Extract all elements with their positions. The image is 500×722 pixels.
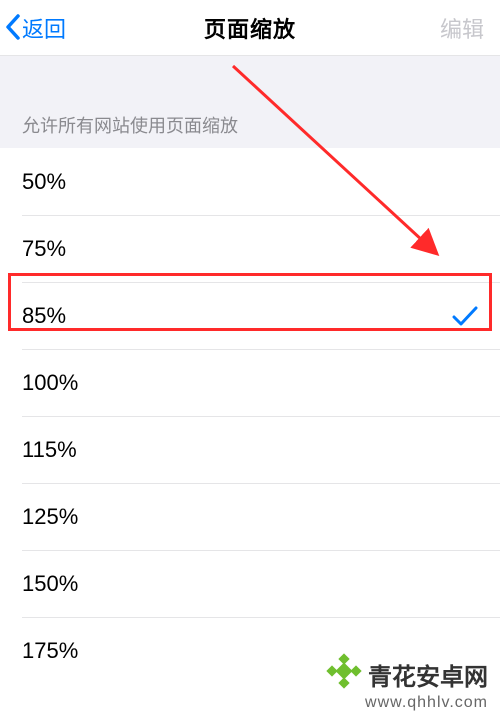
zoom-option-label: 75%	[22, 236, 66, 262]
watermark-url: www.qhhlv.com	[365, 694, 488, 712]
zoom-option-label: 175%	[22, 638, 78, 664]
page-zoom-settings: 返回 页面缩放 编辑 允许所有网站使用页面缩放 50% 75% 85% 100%…	[0, 0, 500, 722]
checkmark-icon	[452, 305, 478, 327]
page-title: 页面缩放	[204, 12, 296, 44]
zoom-option-125[interactable]: 125%	[0, 483, 500, 550]
zoom-option-175[interactable]: 175%	[0, 617, 500, 684]
back-button[interactable]: 返回	[4, 0, 66, 56]
zoom-option-50[interactable]: 50%	[0, 148, 500, 215]
zoom-option-75[interactable]: 75%	[0, 215, 500, 282]
zoom-option-label: 100%	[22, 370, 78, 396]
edit-button[interactable]: 编辑	[440, 0, 484, 56]
section-spacer	[0, 56, 500, 112]
zoom-option-label: 115%	[22, 437, 77, 463]
zoom-option-label: 125%	[22, 504, 78, 530]
back-label: 返回	[22, 12, 66, 44]
zoom-option-115[interactable]: 115%	[0, 416, 500, 483]
zoom-options-list: 50% 75% 85% 100% 115% 125% 150% 175%	[0, 148, 500, 684]
zoom-option-label: 85%	[22, 303, 66, 329]
nav-bar: 返回 页面缩放 编辑	[0, 0, 500, 56]
zoom-option-label: 50%	[22, 169, 66, 195]
zoom-option-label: 150%	[22, 571, 78, 597]
chevron-left-icon	[4, 13, 22, 41]
zoom-option-100[interactable]: 100%	[0, 349, 500, 416]
zoom-option-85[interactable]: 85%	[0, 282, 500, 349]
section-header: 允许所有网站使用页面缩放	[0, 112, 500, 148]
zoom-option-150[interactable]: 150%	[0, 550, 500, 617]
